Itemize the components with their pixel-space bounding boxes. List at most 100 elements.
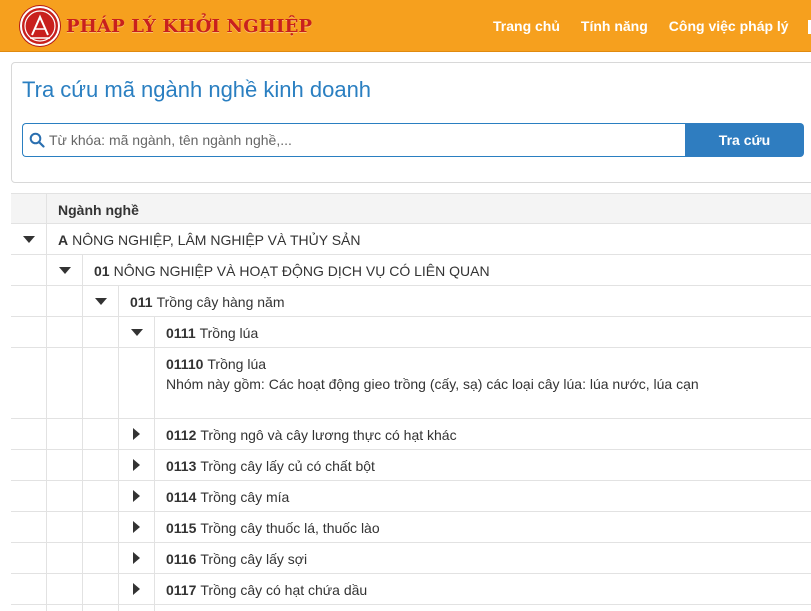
row-description: Nhóm này gồm: Các hoạt động gieo trồng (… <box>166 376 699 392</box>
table-body: A NÔNG NGHIỆP, LÂM NGHIỆP VÀ THỦY SẢN 01 NÔ… <box>11 224 811 611</box>
indent-cell <box>83 481 119 511</box>
top-header: PHÁP LÝ KHỞI NGHIỆP Trang chủ Tính năng … <box>0 0 811 52</box>
search-panel: Tra cứu mã ngành nghề kinh doanh Tra cứu <box>11 62 811 183</box>
row-content[interactable]: A NÔNG NGHIỆP, LÂM NGHIỆP VÀ THỦY SẢN <box>58 224 361 255</box>
caret-down-shape <box>22 235 35 243</box>
column-header-industry: Ngành nghề <box>58 201 139 218</box>
caret-down-icon[interactable] <box>119 317 155 347</box>
row-content[interactable]: 0118Trồng rau, đậu các loại và trồng hoa… <box>166 605 489 611</box>
caret-right-icon[interactable] <box>119 450 155 480</box>
indent-cell <box>47 543 83 573</box>
row-code: 01 <box>94 262 110 279</box>
table-row[interactable]: 01 NÔNG NGHIỆP VÀ HOẠT ĐỘNG DỊCH VỤ CÓ LI… <box>11 255 811 286</box>
indent-cell <box>83 317 119 347</box>
indent-cell <box>11 317 47 347</box>
indent-cell <box>47 512 83 542</box>
caret-right-icon[interactable] <box>119 574 155 604</box>
row-content[interactable]: 0111 Trồng lúa <box>166 317 258 348</box>
logo-text: PHÁP LÝ KHỞI NGHIỆP <box>66 15 313 37</box>
indent-cell <box>11 348 47 418</box>
caret-right-icon[interactable] <box>119 605 155 611</box>
row-code: 0112 <box>166 426 197 443</box>
main-nav: Trang chủ Tính năng Công việc pháp lý <box>493 0 811 52</box>
indent-cell <box>11 574 47 604</box>
search-field[interactable] <box>22 123 685 157</box>
indent-cell <box>83 348 119 418</box>
indent-cell <box>47 574 83 604</box>
search-button[interactable]: Tra cứu <box>685 123 804 157</box>
search-input[interactable] <box>49 132 669 148</box>
table-row[interactable]: 0114 Trồng cây mía <box>11 481 811 512</box>
table-row[interactable]: 0118Trồng rau, đậu các loại và trồng hoa… <box>11 605 811 611</box>
indent-cell <box>11 450 47 480</box>
indent-cell <box>11 481 47 511</box>
row-name: NÔNG NGHIỆP VÀ HOẠT ĐỘNG DỊCH VỤ CÓ LIÊN… <box>113 262 490 279</box>
caret-down-shape <box>130 328 143 336</box>
logo[interactable]: PHÁP LÝ KHỞI NGHIỆP <box>20 6 312 46</box>
row-content[interactable]: 0117 Trồng cây có hạt chứa dầu <box>166 574 367 605</box>
nav-item-home[interactable]: Trang chủ <box>493 18 560 34</box>
row-content[interactable]: 0115 Trồng cây thuốc lá, thuốc lào <box>166 512 380 543</box>
industry-table: Ngành nghề A NÔNG NGHIỆP, LÂM NGHIỆP VÀ T… <box>11 193 811 611</box>
row-code: 0113 <box>166 457 197 474</box>
row-code: 0115 <box>166 519 197 536</box>
table-header-row: Ngành nghề <box>11 193 811 224</box>
row-code: 0114 <box>166 488 197 505</box>
table-row[interactable]: 0115 Trồng cây thuốc lá, thuốc lào <box>11 512 811 543</box>
table-row[interactable]: 0113 Trồng cây lấy củ có chất bột <box>11 450 811 481</box>
row-code: 0117 <box>166 581 197 598</box>
row-content[interactable]: 011 Trồng cây hàng năm <box>130 286 284 317</box>
table-row[interactable]: 011 Trồng cây hàng năm <box>11 286 811 317</box>
indent-cell <box>83 450 119 480</box>
search-icon <box>29 132 45 148</box>
table-row[interactable]: 0117 Trồng cây có hạt chứa dầu <box>11 574 811 605</box>
indent-cell <box>11 543 47 573</box>
row-name: Trồng cây mía <box>200 488 290 505</box>
caret-right-icon[interactable] <box>119 481 155 511</box>
indent-cell <box>11 419 47 449</box>
row-name: Trồng cây lấy sợi <box>200 550 308 567</box>
indent-cell <box>47 450 83 480</box>
row-content[interactable]: 01 NÔNG NGHIỆP VÀ HOẠT ĐỘNG DỊCH VỤ CÓ LI… <box>94 255 490 286</box>
row-name: NÔNG NGHIỆP, LÂM NGHIỆP VÀ THỦY SẢN <box>72 231 361 248</box>
table-row[interactable]: A NÔNG NGHIỆP, LÂM NGHIỆP VÀ THỦY SẢN <box>11 224 811 255</box>
table-row[interactable]: 0111 Trồng lúa <box>11 317 811 348</box>
table-row[interactable]: 0116 Trồng cây lấy sợi <box>11 543 811 574</box>
row-name: Trồng ngô và cây lương thực có hạt khác <box>200 426 457 443</box>
indent-cell <box>11 255 47 285</box>
caret-right-shape <box>133 583 140 595</box>
caret-right-icon[interactable] <box>119 543 155 573</box>
caret-right-shape <box>133 428 140 440</box>
row-name: Trồng cây có hạt chứa dầu <box>200 581 368 598</box>
row-name: Trồng cây hàng năm <box>156 293 285 310</box>
detail-block: 01110 Trồng lúa Nhóm này gồm: Các hoạt độn… <box>166 354 699 394</box>
row-content[interactable]: 0114 Trồng cây mía <box>166 481 289 512</box>
indent-cell <box>11 605 47 611</box>
indent-cell <box>47 605 83 611</box>
caret-down-icon[interactable] <box>47 255 83 285</box>
row-name: Trồng cây thuốc lá, thuốc lào <box>200 519 380 536</box>
nav-item-features[interactable]: Tính năng <box>581 18 648 34</box>
indent-cell <box>47 317 83 347</box>
row-code: 011 <box>130 293 153 310</box>
indent-cell <box>11 286 47 316</box>
caret-right-icon[interactable] <box>119 419 155 449</box>
caret-down-icon[interactable] <box>83 286 119 316</box>
row-name: Trồng lúa <box>207 356 267 372</box>
indent-cell <box>119 348 155 418</box>
nav-item-legal-work[interactable]: Công việc pháp lý <box>669 18 789 34</box>
row-code: 01110 <box>166 356 204 372</box>
caret-right-icon[interactable] <box>119 512 155 542</box>
indent-cell <box>47 481 83 511</box>
caret-down-icon[interactable] <box>11 224 47 254</box>
caret-down-shape <box>94 297 107 305</box>
indent-cell <box>11 512 47 542</box>
row-code: A <box>58 231 69 248</box>
table-row[interactable]: 0112 Trồng ngô và cây lương thực có hạt k… <box>11 419 811 450</box>
row-content[interactable]: 0113 Trồng cây lấy củ có chất bột <box>166 450 375 481</box>
row-content[interactable]: 0116 Trồng cây lấy sợi <box>166 543 307 574</box>
indent-cell <box>83 543 119 573</box>
caret-down-shape <box>58 266 71 274</box>
row-name: Trồng lúa <box>199 324 259 341</box>
row-content[interactable]: 0112 Trồng ngô và cây lương thực có hạt k… <box>166 419 457 450</box>
